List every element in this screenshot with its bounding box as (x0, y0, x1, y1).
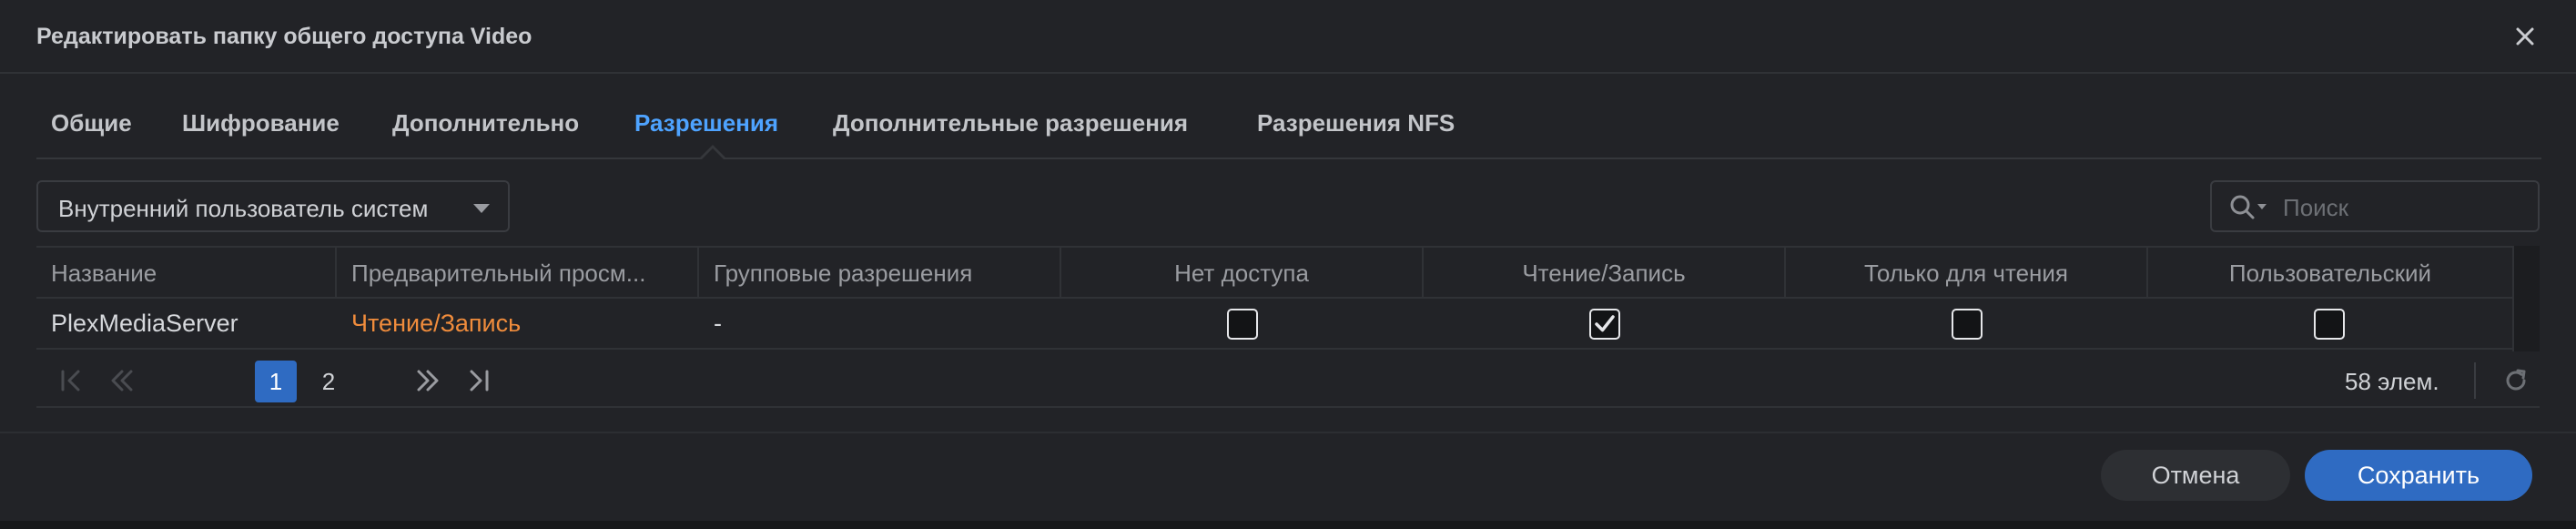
user-type-select-value: Внутренний пользователь систем (58, 195, 429, 222)
row-preview-permission: Чтение/Запись (351, 310, 522, 337)
tab-bar: Общие Шифрование Дополнительно Разрешени… (0, 104, 2576, 158)
caret-down-icon (473, 204, 490, 213)
column-header-read-write[interactable]: Чтение/Запись (1424, 248, 1786, 299)
column-header-custom[interactable]: Пользовательский (2148, 248, 2512, 299)
tab-advanced-permissions[interactable]: Дополнительные разрешения (833, 109, 1188, 137)
read-write-checkbox[interactable] (1589, 309, 1620, 340)
search-input[interactable] (2283, 191, 2529, 224)
backdrop-strip (0, 521, 2576, 529)
row-user-name: PlexMediaServer (51, 310, 238, 337)
page-1-button[interactable]: 1 (255, 361, 297, 402)
pager-divider (2474, 362, 2476, 399)
tab-nfs-permissions[interactable]: Разрешения NFS (1257, 109, 1455, 137)
tabs-divider (36, 158, 2541, 159)
save-button[interactable]: Сохранить (2305, 450, 2532, 501)
next-page-icon[interactable] (411, 364, 444, 397)
checkmark-icon (1595, 315, 1615, 332)
refresh-icon[interactable] (2501, 366, 2530, 395)
search-icon[interactable] (2228, 193, 2272, 222)
cancel-button[interactable]: Отмена (2101, 450, 2290, 501)
user-type-select[interactable]: Внутренний пользователь систем (36, 180, 510, 232)
table-row[interactable]: PlexMediaServer Чтение/Запись - (36, 299, 2540, 350)
column-header-name[interactable]: Название (36, 248, 337, 299)
no-access-checkbox[interactable] (1227, 309, 1258, 340)
row-group-permissions: - (714, 310, 722, 337)
last-page-icon[interactable] (462, 364, 495, 397)
tab-permissions[interactable]: Разрешения (634, 109, 778, 137)
dialog-title: Редактировать папку общего доступа Video (36, 24, 532, 49)
pagination-bar: 1 2 58 элем. (36, 353, 2540, 408)
column-header-preview[interactable]: Предварительный просм... (337, 248, 699, 299)
dialog-header: Редактировать папку общего доступа Video (0, 0, 2576, 74)
column-header-read-only[interactable]: Только для чтения (1786, 248, 2148, 299)
search-box[interactable] (2210, 180, 2540, 232)
table-scrollbar[interactable] (2512, 246, 2540, 351)
tab-encryption[interactable]: Шифрование (182, 109, 340, 137)
tab-general[interactable]: Общие (51, 109, 132, 137)
page-2-button[interactable]: 2 (308, 361, 350, 402)
read-only-checkbox[interactable] (1952, 309, 1983, 340)
item-count: 58 элем. (2345, 368, 2439, 395)
close-icon[interactable] (2510, 22, 2540, 51)
prev-page-icon[interactable] (106, 364, 138, 397)
table-header: Название Предварительный просм... Группо… (36, 246, 2540, 299)
first-page-icon[interactable] (55, 364, 87, 397)
tab-advanced[interactable]: Дополнительно (392, 109, 579, 137)
edit-shared-folder-dialog: Редактировать папку общего доступа Video… (0, 0, 2576, 521)
column-header-group-permissions[interactable]: Групповые разрешения (699, 248, 1061, 299)
column-header-no-access[interactable]: Нет доступа (1061, 248, 1424, 299)
footer-divider (0, 432, 2576, 433)
custom-checkbox[interactable] (2314, 309, 2345, 340)
active-tab-indicator-inner (702, 148, 724, 159)
